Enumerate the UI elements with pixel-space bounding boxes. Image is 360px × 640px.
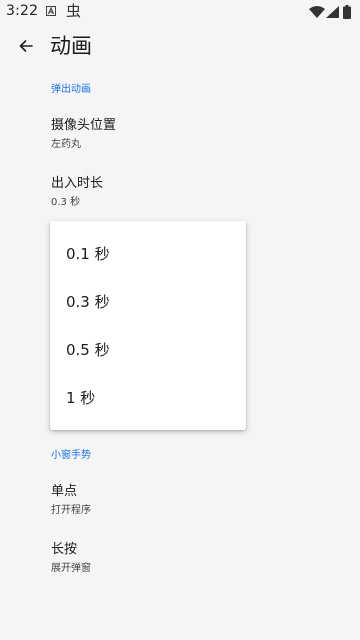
duration-option-0-5[interactable]: 0.5 秒: [50, 327, 246, 375]
duration-option-label: 0.5 秒: [66, 341, 110, 359]
duration-option-label: 1 秒: [66, 389, 96, 407]
status-bar: 3:22 虫: [0, 0, 360, 24]
battery-icon: [343, 5, 351, 19]
pref-long-press[interactable]: 长按 展开弹窗: [0, 541, 360, 597]
pref-title: 摄像头位置: [51, 118, 117, 133]
back-button[interactable]: [12, 32, 40, 60]
pref-summary: 0.3 秒: [51, 197, 81, 208]
pref-camera-position[interactable]: 摄像头位置 左药丸: [0, 117, 360, 173]
bug-icon: 虫: [66, 2, 82, 20]
a-notification-icon: [46, 6, 56, 16]
duration-popup-menu: 0.1 秒 0.3 秒 0.5 秒 1 秒: [50, 221, 246, 430]
status-time: 3:22: [6, 3, 39, 19]
duration-option-label: 0.3 秒: [66, 293, 110, 311]
duration-option-1[interactable]: 1 秒: [50, 375, 246, 423]
pref-title: 单点: [51, 484, 78, 499]
duration-option-0-1[interactable]: 0.1 秒: [50, 231, 246, 279]
pref-summary: 左药丸: [51, 139, 81, 150]
pref-single-tap[interactable]: 单点 打开程序: [0, 483, 360, 539]
duration-option-0-3[interactable]: 0.3 秒: [50, 279, 246, 327]
cell-signal-icon: [326, 6, 339, 18]
duration-option-label: 0.1 秒: [66, 245, 110, 263]
section-header-window-gestures: 小窗手势: [51, 450, 91, 461]
pref-title: 长按: [51, 542, 78, 557]
section-header-popup-animation: 弹出动画: [51, 84, 91, 95]
wifi-icon: [309, 6, 325, 18]
pref-summary: 打开程序: [51, 505, 91, 516]
pref-title: 出入时长: [51, 176, 104, 191]
pref-summary: 展开弹窗: [51, 563, 91, 574]
back-arrow-icon: [19, 40, 33, 52]
page-title: 动画: [50, 34, 92, 58]
